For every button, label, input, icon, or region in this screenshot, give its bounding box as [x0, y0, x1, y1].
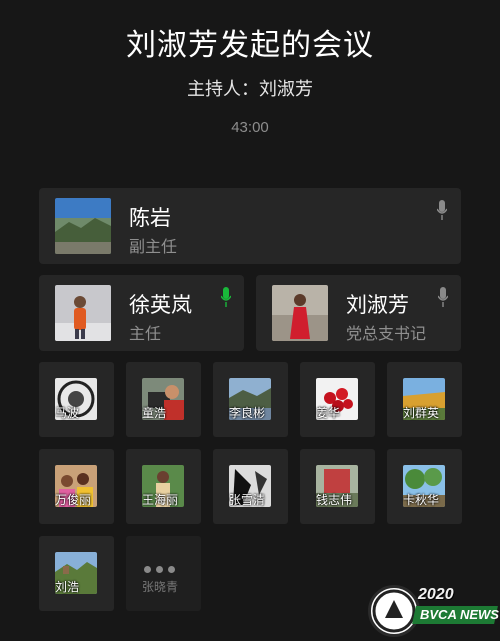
participant-tile[interactable]: 卡秋华 [387, 449, 462, 524]
speaker-name: 陈岩 [129, 206, 171, 230]
participant-name: 万俊丽 [55, 493, 92, 507]
speaker-name: 徐英岚 [129, 293, 192, 317]
speaker-card-chen-yan[interactable]: 陈岩 副主任 [39, 188, 461, 264]
avatar [55, 198, 111, 254]
participant-name: 李良彬 [229, 406, 266, 420]
participant-name: 童浩 [142, 406, 167, 420]
speaker-card-xu-yinglan[interactable]: 徐英岚 主任 [39, 275, 244, 351]
watermark-text: BVCA NEWS [420, 607, 499, 622]
participant-tile[interactable]: 刘浩 [39, 536, 114, 611]
watermark-year: 2020 [418, 586, 454, 603]
speaker-card-liu-shufang[interactable]: 刘淑芳 党总支书记 [256, 275, 461, 351]
participant-tile[interactable]: 王海丽 [126, 449, 201, 524]
participant-name: 刘浩 [55, 580, 80, 594]
meeting-host: 主持人：刘淑芳 [187, 79, 313, 100]
speaker-role: 副主任 [129, 237, 178, 256]
avatar [55, 285, 111, 341]
participant-name: 卡秋华 [403, 493, 440, 507]
participant-tile[interactable]: 钱志伟 [300, 449, 375, 524]
mic-icon[interactable] [436, 200, 448, 224]
speaker-name: 刘淑芳 [346, 293, 409, 317]
participant-tile[interactable]: 张雪清 [213, 449, 288, 524]
participant-name: 姜华 [316, 406, 341, 420]
participant-tile[interactable]: 童浩 [126, 362, 201, 437]
participant-tile[interactable]: 马波 [39, 362, 114, 437]
participant-tile-inactive[interactable]: 张晓青 [126, 536, 201, 611]
participant-name: 钱志伟 [316, 493, 353, 507]
participant-tile[interactable]: 刘群英 [387, 362, 462, 437]
participant-name: 张雪清 [229, 493, 266, 507]
meeting-timer: 43:00 [231, 119, 269, 136]
participant-name: 张晓青 [142, 580, 179, 594]
participant-name: 马波 [55, 406, 80, 420]
participant-name: 王海丽 [142, 493, 179, 507]
participant-tile[interactable]: 李良彬 [213, 362, 288, 437]
participant-name: 刘群英 [403, 406, 440, 420]
bvca-logo-icon [368, 585, 420, 637]
participant-tile[interactable]: 姜华 [300, 362, 375, 437]
meeting-title: 刘淑芳发起的会议 [126, 28, 374, 63]
loading-dots-icon [144, 558, 180, 577]
mic-icon[interactable] [437, 287, 449, 311]
speaker-role: 党总支书记 [346, 324, 427, 343]
mic-icon[interactable] [220, 287, 232, 311]
participant-tile[interactable]: 万俊丽 [39, 449, 114, 524]
avatar [272, 285, 328, 341]
speaker-role: 主任 [129, 324, 162, 343]
